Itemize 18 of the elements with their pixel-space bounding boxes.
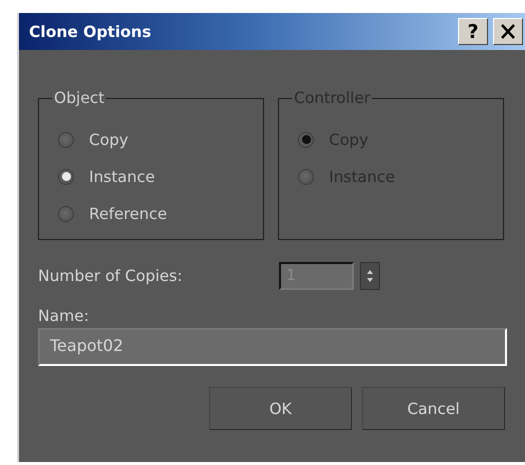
window-title: Clone Options	[29, 22, 152, 40]
close-button[interactable]	[493, 18, 523, 45]
name-label: Name:	[38, 307, 90, 325]
radio-button[interactable]	[58, 132, 74, 148]
copies-label: Number of Copies:	[38, 267, 182, 285]
radio-label: Instance	[89, 168, 155, 186]
help-button[interactable]: ?	[458, 18, 488, 45]
close-icon	[500, 24, 516, 39]
ok-button[interactable]: OK	[209, 387, 352, 430]
radio-label: Copy	[89, 130, 128, 148]
radio-button[interactable]	[58, 206, 74, 222]
name-field[interactable]: Teapot02	[38, 328, 507, 366]
radio-button[interactable]	[58, 168, 74, 184]
radio-label: Reference	[89, 204, 168, 222]
up-down-arrows-icon	[366, 269, 374, 283]
spinner-button[interactable]	[360, 262, 380, 290]
cancel-button[interactable]: Cancel	[362, 387, 505, 430]
group-title: Object	[53, 89, 106, 107]
